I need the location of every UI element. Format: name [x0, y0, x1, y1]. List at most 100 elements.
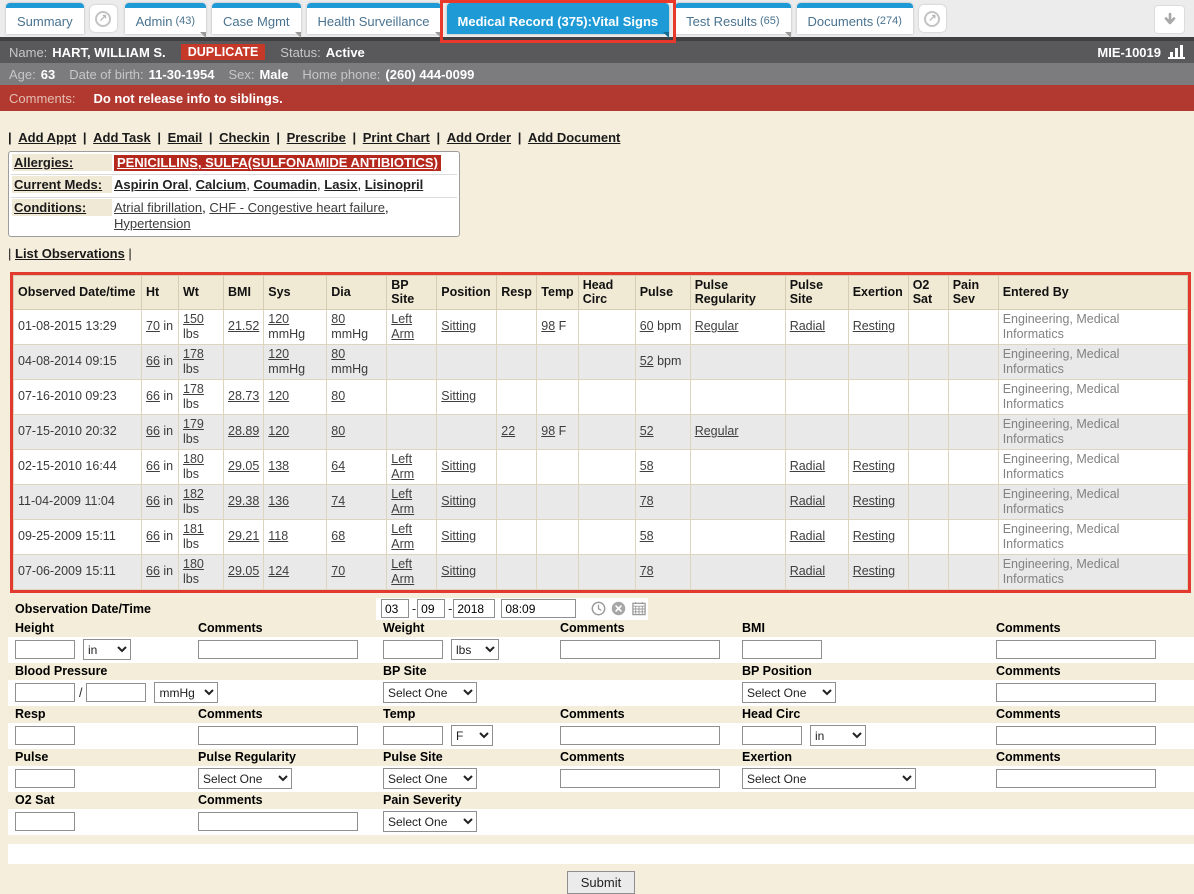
dia-value-link[interactable]: 68 [331, 529, 345, 543]
download-button[interactable] [1154, 5, 1185, 34]
height-comments-input[interactable] [198, 640, 358, 659]
pulse-site-select[interactable]: Select One [383, 768, 477, 789]
position-value-link[interactable]: Sitting [441, 564, 476, 578]
resp-value-link[interactable]: 22 [501, 424, 515, 438]
pulse_site-value-link[interactable]: Radial [790, 529, 825, 543]
ht-value-link[interactable]: 66 [146, 354, 160, 368]
wt-value-link[interactable]: 150 [183, 312, 204, 326]
tab-case-mgmt[interactable]: Case Mgmt [212, 3, 300, 34]
tab-documents[interactable]: Documents(274) [797, 3, 913, 34]
position-value-link[interactable]: Sitting [441, 319, 476, 333]
calendar-icon[interactable] [631, 601, 647, 616]
pulse_regularity-value-link[interactable]: Regular [695, 319, 739, 333]
action-link-add-appt[interactable]: Add Appt [18, 130, 76, 145]
ht-value-link[interactable]: 66 [146, 459, 160, 473]
dia-value-link[interactable]: 80 [331, 389, 345, 403]
allergies-link[interactable]: Allergies: [14, 155, 73, 170]
weight-comments-input[interactable] [560, 640, 720, 659]
dia-value-link[interactable]: 64 [331, 459, 345, 473]
allergy-alert[interactable]: PENICILLINS, SULFA(SULFONAMIDE ANTIBIOTI… [114, 155, 441, 171]
exertion-value-link[interactable]: Resting [853, 494, 895, 508]
med-link-calcium[interactable]: Calcium [196, 177, 247, 192]
wt-value-link[interactable]: 180 [183, 452, 204, 466]
tab-admin[interactable]: Admin(43) [125, 3, 206, 34]
bmi-value-link[interactable]: 29.05 [228, 564, 259, 578]
sys-value-link[interactable]: 120 [268, 424, 289, 438]
exertion-value-link[interactable]: Resting [853, 529, 895, 543]
condition-link-atrial-fibrillation[interactable]: Atrial fibrillation [114, 200, 202, 215]
bp_site-value-link[interactable]: Left Arm [391, 452, 414, 481]
bp_site-value-link[interactable]: Left Arm [391, 487, 414, 516]
action-link-add-task[interactable]: Add Task [93, 130, 151, 145]
conditions-link[interactable]: Conditions: [14, 200, 86, 215]
dia-value-link[interactable]: 80 [331, 347, 345, 361]
obs-month-input[interactable] [381, 599, 409, 618]
pulse_site-value-link[interactable]: Radial [790, 459, 825, 473]
ht-value-link[interactable]: 66 [146, 529, 160, 543]
action-link-add-document[interactable]: Add Document [528, 130, 620, 145]
action-link-add-order[interactable]: Add Order [447, 130, 511, 145]
resp-input[interactable] [15, 726, 75, 745]
condition-link-hypertension[interactable]: Hypertension [114, 216, 191, 231]
sys-value-link[interactable]: 118 [268, 529, 288, 543]
condition-link-chf-congestive-heart-failure[interactable]: CHF - Congestive heart failure [209, 200, 385, 215]
o2-comments-input[interactable] [198, 812, 358, 831]
position-value-link[interactable]: Sitting [441, 459, 476, 473]
tab-medical-record-375-vital-signs[interactable]: Medical Record (375):Vital Signs [447, 3, 670, 34]
ht-value-link[interactable]: 66 [146, 494, 160, 508]
ht-value-link[interactable]: 66 [146, 424, 160, 438]
pulse-value-link[interactable]: 78 [640, 564, 654, 578]
pulse_site-value-link[interactable]: Radial [790, 319, 825, 333]
dia-value-link[interactable]: 74 [331, 494, 345, 508]
bmi-value-link[interactable]: 29.05 [228, 459, 259, 473]
tab-summary[interactable]: Summary [6, 3, 84, 34]
temp-unit-select[interactable]: F [451, 725, 493, 746]
med-link-coumadin[interactable]: Coumadin [253, 177, 317, 192]
wt-value-link[interactable]: 178 [183, 382, 204, 396]
wt-value-link[interactable]: 181 [183, 522, 204, 536]
clear-date-icon[interactable] [611, 601, 626, 616]
bp_site-value-link[interactable]: Left Arm [391, 522, 414, 551]
head-circ-comments-input[interactable] [996, 726, 1156, 745]
height-input[interactable] [15, 640, 75, 659]
bmi-value-link[interactable]: 21.52 [228, 319, 259, 333]
action-link-print-chart[interactable]: Print Chart [363, 130, 430, 145]
popout-icon[interactable]: ↗ [90, 5, 117, 32]
o2-sat-input[interactable] [15, 812, 75, 831]
wt-value-link[interactable]: 182 [183, 487, 204, 501]
flowsheet-chart-icon[interactable] [1168, 45, 1185, 59]
bmi-value-link[interactable]: 28.73 [228, 389, 259, 403]
tab-health-surveillance[interactable]: Health Surveillance [307, 3, 441, 34]
exertion-value-link[interactable]: Resting [853, 319, 895, 333]
bp-systolic-input[interactable] [15, 683, 75, 702]
ht-value-link[interactable]: 66 [146, 389, 160, 403]
weight-unit-select[interactable]: lbs [451, 639, 499, 660]
sys-value-link[interactable]: 120 [268, 347, 289, 361]
med-link-lisinopril[interactable]: Lisinopril [365, 177, 424, 192]
wt-value-link[interactable]: 180 [183, 557, 204, 571]
position-value-link[interactable]: Sitting [441, 494, 476, 508]
med-link-lasix[interactable]: Lasix [324, 177, 357, 192]
bmi-value-link[interactable]: 29.38 [228, 494, 259, 508]
action-link-prescribe[interactable]: Prescribe [287, 130, 346, 145]
submit-button[interactable]: Submit [567, 871, 635, 894]
bmi-input[interactable] [742, 640, 822, 659]
bp-comments-input[interactable] [996, 683, 1156, 702]
head-circ-unit-select[interactable]: in [810, 725, 866, 746]
temp-comments-input[interactable] [560, 726, 720, 745]
exertion-value-link[interactable]: Resting [853, 564, 895, 578]
resp-comments-input[interactable] [198, 726, 358, 745]
pain-severity-select[interactable]: Select One [383, 811, 477, 832]
bp-position-select[interactable]: Select One [742, 682, 836, 703]
tab-test-results[interactable]: Test Results(65) [675, 3, 790, 34]
height-unit-select[interactable]: in [83, 639, 131, 660]
bmi-value-link[interactable]: 28.89 [228, 424, 259, 438]
pulse_site-value-link[interactable]: Radial [790, 564, 825, 578]
sys-value-link[interactable]: 138 [268, 459, 289, 473]
action-link-checkin[interactable]: Checkin [219, 130, 270, 145]
med-link-aspirin-oral[interactable]: Aspirin Oral [114, 177, 188, 192]
sys-value-link[interactable]: 120 [268, 312, 289, 326]
position-value-link[interactable]: Sitting [441, 529, 476, 543]
temp-value-link[interactable]: 98 [541, 319, 555, 333]
pulse-value-link[interactable]: 60 [640, 319, 654, 333]
